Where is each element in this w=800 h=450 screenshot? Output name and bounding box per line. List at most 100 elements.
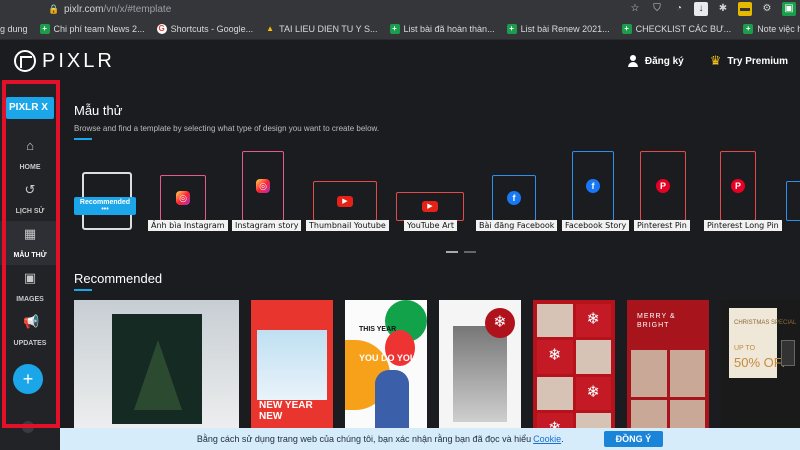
account-dot[interactable]	[22, 421, 34, 433]
sheets-icon: +	[506, 23, 517, 34]
template-instagram-story[interactable]: ◎ Instagram story	[232, 139, 302, 249]
pixlr-logo[interactable]: PIXLR	[14, 50, 115, 73]
snowflake-icon: ❄	[537, 340, 573, 374]
add-button[interactable]: +	[13, 364, 43, 394]
premium-label: Try Premium	[727, 55, 788, 67]
bookmark-label: Shortcuts - Google...	[170, 23, 254, 34]
template-youtube-art[interactable]: ▶ YouTube Art	[396, 139, 466, 249]
lock-icon[interactable]: 🔒	[48, 4, 59, 14]
bookmark-item[interactable]: + Chi phí team News 2...	[39, 23, 145, 34]
template-more[interactable]	[786, 139, 800, 249]
snowflake-icon: ❄	[575, 304, 611, 338]
crown-icon: ♛	[709, 53, 722, 68]
template-icon: ▦	[23, 226, 37, 241]
pixlr-x-button[interactable]: PIXLR X	[6, 97, 54, 119]
youtube-icon: ▶	[337, 196, 353, 207]
card-text: THIS YEAR	[359, 326, 397, 333]
try-premium-button[interactable]: ♛ Try Premium	[710, 53, 788, 69]
download-icon[interactable]: ↓	[694, 2, 708, 16]
carousel-dot[interactable]	[446, 251, 458, 253]
facebook-icon: f	[586, 179, 600, 193]
accept-cookie-button[interactable]: ĐỒNG Ý	[603, 431, 664, 447]
puzzle-icon[interactable]: ✱	[716, 2, 730, 16]
collage-photo	[537, 304, 573, 338]
sheets-icon: +	[743, 23, 754, 34]
sidebar-item-history[interactable]: ↺ LỊCH SỬ	[0, 177, 60, 221]
template-label: Instagram story	[232, 220, 302, 231]
bookmark-item[interactable]: +Note việc hàng tuần...	[743, 23, 800, 34]
sidebar-item-label: UPDATES	[13, 340, 47, 347]
template-recommended[interactable]: Recommended •••	[74, 139, 140, 249]
bookmark-label: CHECKLIST CÁC BƯ...	[635, 23, 732, 34]
bookmark-label: g dung	[0, 23, 28, 34]
pinterest-icon: P	[656, 179, 670, 193]
template-pinterest-pin[interactable]: P Pinterest Pin	[634, 139, 700, 249]
recommended-accent	[74, 289, 92, 291]
pixlr-logo-icon	[14, 50, 36, 72]
template-label: YouTube Art	[404, 220, 457, 231]
template-pinterest-long-pin[interactable]: P Pinterest Long Pin	[704, 139, 790, 249]
extension-icon[interactable]: ▬	[738, 2, 752, 16]
bookmark-label: List bài đã hoàn thàn...	[403, 23, 495, 34]
sidebar-item-updates[interactable]: 📢 UPDATES	[0, 309, 60, 353]
snowflake-icon: ❄	[485, 308, 515, 338]
sheets-icon: +	[39, 23, 50, 34]
instagram-icon: ◎	[256, 179, 270, 193]
translate-icon[interactable]: ⚙	[760, 2, 774, 16]
bookmark-label: Chi phí team News 2...	[53, 23, 145, 34]
template-label: Pinterest Pin	[634, 220, 690, 231]
snowflake-icon: ❄	[575, 376, 611, 410]
template-label: Thumbnail Youtube	[306, 220, 389, 231]
template-facebook-post[interactable]: f Bài đăng Facebook	[476, 139, 558, 249]
browser-tools: ☆ ⛉ ◔ ↓ ✱ ▬ ⚙ ▣	[628, 2, 796, 16]
sheets-icon: +	[389, 23, 400, 34]
user-icon	[627, 55, 639, 67]
template-facebook-story[interactable]: f Facebook Story	[562, 139, 632, 249]
incognito-icon[interactable]: ◔	[672, 2, 686, 16]
register-label: Đăng ký	[644, 55, 684, 67]
sidebar-item-label: HOME	[19, 164, 41, 171]
address-bar[interactable]: pixlr.com/vn/x/#template	[64, 4, 171, 15]
templates-title: Mẫu thử	[74, 103, 123, 118]
extension-green-icon[interactable]: ▣	[782, 2, 796, 16]
updates-icon: 📢	[23, 314, 40, 329]
sidebar-item-templates[interactable]: ▦ MẪU THỬ	[0, 221, 60, 265]
sidebar-item-images[interactable]: ▣ IMAGES	[0, 265, 60, 309]
template-label: Bài đăng Facebook	[476, 220, 558, 231]
cookie-message: Bằng cách sử dụng trang web của chúng tô…	[196, 434, 532, 444]
pixlr-logo-text: PIXLR	[42, 49, 115, 72]
cookie-banner: Bằng cách sử dụng trang web của chúng tô…	[60, 428, 800, 450]
template-instagram-cover[interactable]: ◎ Ảnh bìa Instagram	[148, 139, 228, 249]
sidebar: PIXLR X ⌂ HOME ↺ LỊCH SỬ ▦ MẪU THỬ ▣ IMA…	[0, 81, 60, 450]
bookmark-item[interactable]: + CHECKLIST CÁC BƯ...	[621, 23, 732, 34]
bookmark-item[interactable]: ▲ TAI LIEU DIEN TU Y S...	[265, 24, 377, 34]
templates-subtitle: Browse and find a template by selecting …	[74, 124, 380, 133]
main-content: Mẫu thử Browse and find a template by se…	[60, 81, 800, 450]
instagram-icon: ◎	[176, 191, 190, 205]
shield-icon[interactable]: ⛉	[650, 2, 664, 16]
bookmark-item[interactable]: g dung	[0, 24, 28, 34]
sidebar-item-home[interactable]: ⌂ HOME	[0, 133, 60, 177]
bookmark-item[interactable]: + List bài Renew 2021...	[506, 23, 610, 34]
sheets-icon: +	[621, 23, 632, 34]
card-text: CHRISTMAS SPECIAL	[734, 320, 797, 326]
card-text: MERRY & BRIGHT	[637, 313, 676, 329]
history-icon: ↺	[24, 182, 36, 197]
card-text: YOU DO YOU	[359, 353, 417, 363]
bookmark-item[interactable]: + List bài đã hoàn thàn...	[389, 23, 495, 34]
pixlr-header: PIXLR Đăng ký ♛ Try Premium	[0, 41, 800, 81]
lantern-image	[781, 340, 795, 366]
sidebar-item-label: LỊCH SỬ	[15, 208, 45, 215]
template-youtube-thumbnail[interactable]: ▶ Thumbnail Youtube	[306, 139, 389, 249]
bookmark-item[interactable]: G Shortcuts - Google...	[156, 23, 254, 34]
card-collage: ❄ ❄ ❄ ❄	[537, 304, 611, 446]
home-icon: ⌂	[26, 138, 34, 153]
card-text: UP TO	[734, 345, 756, 352]
cookie-link[interactable]: Cookie	[533, 434, 561, 444]
carousel-dot[interactable]	[464, 251, 476, 253]
drive-icon: ▲	[266, 23, 275, 33]
template-label: Facebook Story	[562, 220, 630, 231]
collage-photo	[669, 350, 705, 397]
star-icon[interactable]: ☆	[628, 2, 642, 16]
register-button[interactable]: Đăng ký	[627, 55, 684, 67]
